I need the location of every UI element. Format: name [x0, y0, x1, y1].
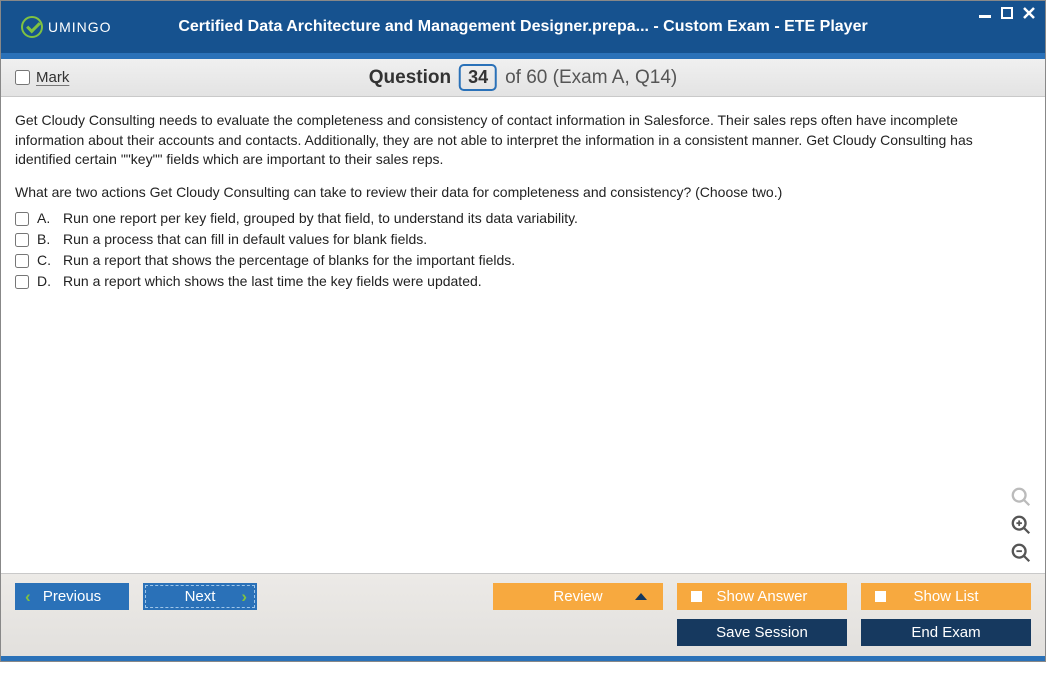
application-window: UMINGO Certified Data Architecture and M… [0, 0, 1046, 662]
button-label: End Exam [911, 624, 980, 641]
zoom-in-icon[interactable] [1009, 513, 1033, 537]
question-indicator: Question 34 of 60 (Exam A, Q14) [369, 64, 678, 91]
mark-checkbox-wrap[interactable]: Mark [15, 69, 69, 86]
show-answer-button[interactable]: Show Answer [677, 583, 847, 610]
button-label: Previous [43, 588, 101, 605]
button-label: Review [553, 588, 602, 605]
info-bar: Mark Question 34 of 60 (Exam A, Q14) [1, 59, 1045, 97]
title-bar: UMINGO Certified Data Architecture and M… [1, 1, 1045, 53]
answer-letter: C. [37, 252, 55, 268]
answer-option-c[interactable]: C. Run a report that shows the percentag… [15, 252, 1031, 268]
checkbox-indicator-icon [875, 591, 886, 602]
question-prompt: What are two actions Get Cloudy Consulti… [15, 184, 1031, 200]
answer-text: Run a report that shows the percentage o… [63, 252, 515, 268]
answer-letter: B. [37, 231, 55, 247]
end-exam-button[interactable]: End Exam [861, 619, 1031, 646]
window-title: Certified Data Architecture and Manageme… [178, 18, 867, 36]
show-list-button[interactable]: Show List [861, 583, 1031, 610]
button-label: Show List [913, 588, 978, 605]
answer-letter: A. [37, 210, 55, 226]
answer-letter: D. [37, 273, 55, 289]
zoom-controls [1009, 485, 1033, 565]
logo-text: UMINGO [48, 19, 112, 35]
next-button[interactable]: Next › [143, 583, 257, 610]
answer-text: Run a report which shows the last time t… [63, 273, 482, 289]
question-text: Get Cloudy Consulting needs to evaluate … [15, 111, 1031, 170]
close-icon[interactable] [1021, 5, 1037, 21]
chevron-right-icon: › [241, 587, 247, 607]
button-label: Show Answer [717, 588, 808, 605]
footer-row-1: ‹ Previous Next › Review Show Answer Sho… [15, 583, 1031, 610]
answer-option-b[interactable]: B. Run a process that can fill in defaul… [15, 231, 1031, 247]
logo-check-icon [21, 16, 43, 38]
content-area: Get Cloudy Consulting needs to evaluate … [1, 97, 1045, 573]
question-number: 34 [459, 64, 497, 91]
maximize-icon[interactable] [999, 5, 1015, 21]
button-label: Next [185, 588, 216, 605]
answer-text: Run one report per key field, grouped by… [63, 210, 578, 226]
triangle-up-icon [635, 593, 647, 600]
answer-option-a[interactable]: A. Run one report per key field, grouped… [15, 210, 1031, 226]
button-label: Save Session [716, 624, 808, 641]
answer-checkbox-a[interactable] [15, 212, 29, 226]
question-label: Question [369, 67, 451, 89]
answer-text: Run a process that can fill in default v… [63, 231, 427, 247]
answer-checkbox-d[interactable] [15, 275, 29, 289]
chevron-left-icon: ‹ [25, 587, 31, 607]
review-button[interactable]: Review [493, 583, 663, 610]
mark-label: Mark [36, 69, 69, 86]
question-total: of 60 (Exam A, Q14) [505, 67, 677, 89]
zoom-out-icon[interactable] [1009, 541, 1033, 565]
footer-row-2: Save Session End Exam [15, 619, 1031, 646]
answer-checkbox-b[interactable] [15, 233, 29, 247]
answer-option-d[interactable]: D. Run a report which shows the last tim… [15, 273, 1031, 289]
bottom-divider [1, 656, 1045, 661]
footer: ‹ Previous Next › Review Show Answer Sho… [1, 573, 1045, 656]
minimize-icon[interactable] [977, 5, 993, 21]
search-icon[interactable] [1009, 485, 1033, 509]
save-session-button[interactable]: Save Session [677, 619, 847, 646]
mark-checkbox[interactable] [15, 70, 30, 85]
window-controls [977, 5, 1037, 21]
previous-button[interactable]: ‹ Previous [15, 583, 129, 610]
answer-checkbox-c[interactable] [15, 254, 29, 268]
checkbox-indicator-icon [691, 591, 702, 602]
answer-list: A. Run one report per key field, grouped… [15, 210, 1031, 289]
logo: UMINGO [21, 16, 112, 38]
